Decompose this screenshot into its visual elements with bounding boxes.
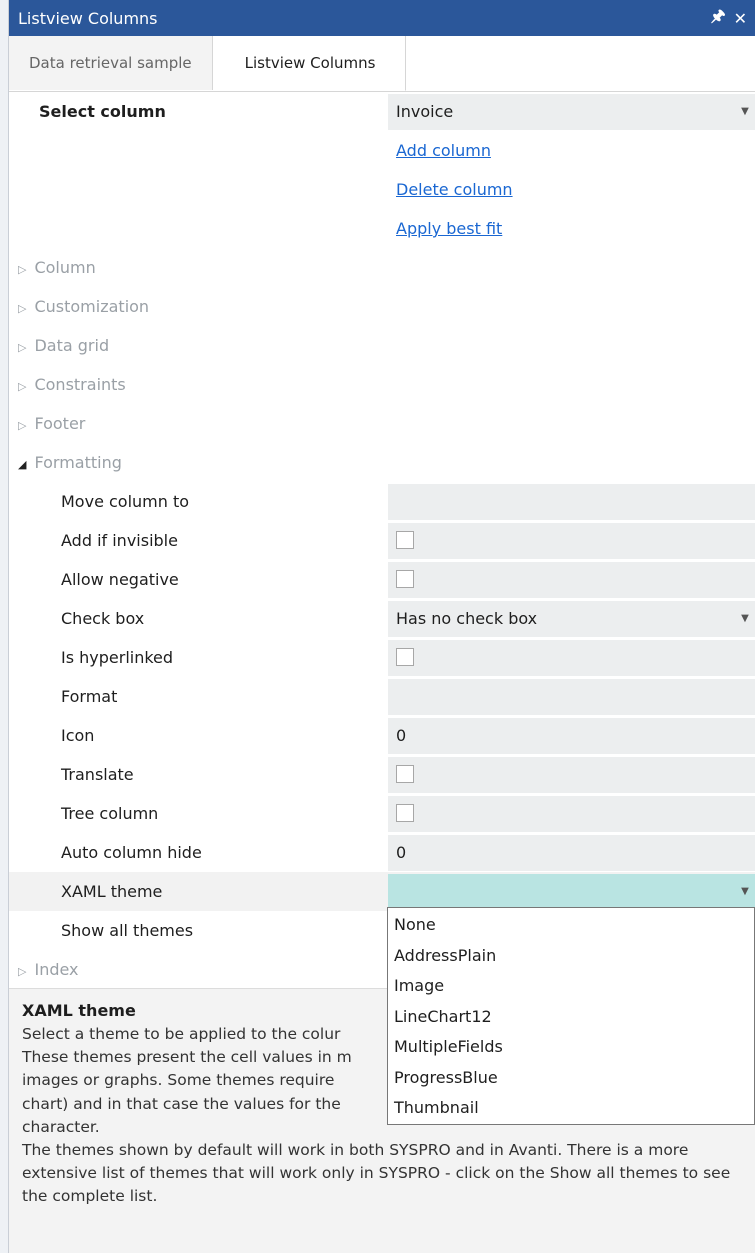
section-formatting[interactable]: ◢ Formatting bbox=[9, 443, 755, 482]
close-icon[interactable]: ✕ bbox=[734, 9, 747, 28]
add-if-invisible-checkbox[interactable] bbox=[396, 531, 414, 549]
format-row: Format bbox=[9, 677, 755, 716]
theme-option-image[interactable]: Image bbox=[388, 971, 754, 1002]
add-if-invisible-field bbox=[388, 523, 755, 559]
chevron-down-icon[interactable]: ▼ bbox=[735, 94, 755, 130]
theme-option-multiplefields[interactable]: MultipleFields bbox=[388, 1032, 754, 1063]
section-data-grid[interactable]: ▷ Data grid bbox=[9, 326, 755, 365]
property-label: Check box bbox=[61, 609, 145, 628]
property-label: Format bbox=[61, 687, 118, 706]
property-label: Move column to bbox=[61, 492, 190, 511]
tab-data-retrieval-sample[interactable]: Data retrieval sample bbox=[9, 36, 213, 90]
property-label: Is hyperlinked bbox=[61, 648, 174, 667]
section-label: Column bbox=[34, 258, 96, 277]
translate-field bbox=[388, 757, 755, 793]
allow-negative-field bbox=[388, 562, 755, 598]
move-column-to-field[interactable] bbox=[388, 484, 755, 520]
property-label: Icon bbox=[61, 726, 95, 745]
section-customization[interactable]: ▷ Customization bbox=[9, 287, 755, 326]
property-label: XAML theme bbox=[61, 882, 163, 901]
is-hyperlinked-checkbox[interactable] bbox=[396, 648, 414, 666]
expand-arrow-icon: ▷ bbox=[18, 341, 27, 354]
theme-option-none[interactable]: None bbox=[388, 910, 754, 941]
chevron-down-icon[interactable]: ▼ bbox=[735, 601, 755, 637]
icon-field[interactable]: 0 bbox=[388, 718, 755, 754]
format-field[interactable] bbox=[388, 679, 755, 715]
pin-icon[interactable]: 🖈︎ bbox=[711, 5, 726, 32]
auto-column-hide-field[interactable]: 0 bbox=[388, 835, 755, 871]
property-label: Add if invisible bbox=[61, 531, 178, 550]
select-column-dropdown[interactable]: Invoice ▼ bbox=[388, 94, 755, 130]
check-box-dropdown[interactable]: Has no check box ▼ bbox=[388, 601, 755, 637]
translate-row: Translate bbox=[9, 755, 755, 794]
section-footer[interactable]: ▷ Footer bbox=[9, 404, 755, 443]
is-hyperlinked-field bbox=[388, 640, 755, 676]
property-label: Translate bbox=[61, 765, 134, 784]
xaml-theme-row: XAML theme ▼ bbox=[9, 872, 755, 911]
icon-row: Icon 0 bbox=[9, 716, 755, 755]
move-column-to-row: Move column to bbox=[9, 482, 755, 521]
add-if-invisible-row: Add if invisible bbox=[9, 521, 755, 560]
expand-arrow-icon: ▷ bbox=[18, 263, 27, 276]
select-column-row: Select column Invoice ▼ bbox=[9, 92, 755, 131]
tree-column-row: Tree column bbox=[9, 794, 755, 833]
collapse-arrow-icon: ◢ bbox=[18, 458, 27, 471]
select-column-label: Select column bbox=[39, 102, 166, 121]
section-label: Formatting bbox=[34, 453, 122, 472]
expand-arrow-icon: ▷ bbox=[18, 419, 27, 432]
theme-option-addressplain[interactable]: AddressPlain bbox=[388, 941, 754, 972]
expand-arrow-icon: ▷ bbox=[18, 380, 27, 393]
property-label: Tree column bbox=[61, 804, 159, 823]
tree-column-field bbox=[388, 796, 755, 832]
translate-checkbox[interactable] bbox=[396, 765, 414, 783]
apply-best-fit-link[interactable]: Apply best fit bbox=[396, 209, 502, 248]
expand-arrow-icon: ▷ bbox=[18, 302, 27, 315]
add-column-link[interactable]: Add column bbox=[396, 131, 491, 170]
check-box-row: Check box Has no check box ▼ bbox=[9, 599, 755, 638]
allow-negative-row: Allow negative bbox=[9, 560, 755, 599]
xaml-theme-dropdown[interactable]: ▼ bbox=[388, 874, 755, 910]
auto-column-hide-row: Auto column hide 0 bbox=[9, 833, 755, 872]
panel-title: Listview Columns bbox=[18, 8, 158, 28]
property-label: Auto column hide bbox=[61, 843, 202, 862]
tree-column-checkbox[interactable] bbox=[396, 804, 414, 822]
section-column[interactable]: ▷ Column bbox=[9, 248, 755, 287]
section-constraints[interactable]: ▷ Constraints bbox=[9, 365, 755, 404]
select-column-value: Invoice bbox=[396, 102, 454, 121]
theme-option-linechart12[interactable]: LineChart12 bbox=[388, 1002, 754, 1033]
section-label: Constraints bbox=[34, 375, 126, 394]
allow-negative-checkbox[interactable] bbox=[396, 570, 414, 588]
tab-listview-columns[interactable]: Listview Columns bbox=[212, 36, 407, 91]
theme-option-progressblue[interactable]: ProgressBlue bbox=[388, 1063, 754, 1094]
section-label: Footer bbox=[34, 414, 86, 433]
theme-option-thumbnail[interactable]: Thumbnail bbox=[388, 1093, 754, 1124]
left-edge-strip bbox=[0, 0, 9, 1253]
tab-strip: Data retrieval sample Listview Columns bbox=[9, 36, 755, 92]
is-hyperlinked-row: Is hyperlinked bbox=[9, 638, 755, 677]
help-line: The themes shown by default will work in… bbox=[22, 1141, 731, 1206]
property-label: Allow negative bbox=[61, 570, 179, 589]
check-box-value: Has no check box bbox=[396, 609, 538, 628]
chevron-down-icon[interactable]: ▼ bbox=[735, 874, 755, 910]
section-label: Customization bbox=[34, 297, 150, 316]
xaml-theme-options-list: None AddressPlain Image LineChart12 Mult… bbox=[387, 907, 755, 1125]
section-label: Data grid bbox=[34, 336, 110, 355]
expand-arrow-icon: ▷ bbox=[18, 965, 27, 978]
panel-titlebar: Listview Columns 🖈︎ ✕ bbox=[9, 0, 755, 36]
section-label: Index bbox=[34, 960, 79, 979]
property-label: Show all themes bbox=[61, 921, 194, 940]
delete-column-link[interactable]: Delete column bbox=[396, 170, 513, 209]
